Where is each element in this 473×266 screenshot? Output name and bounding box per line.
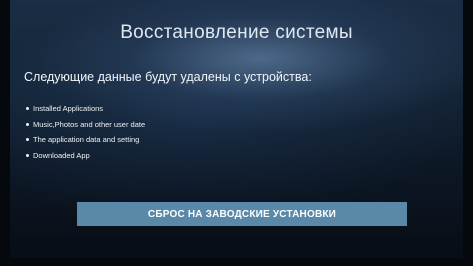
deletion-warning-text: Следующие данные будут удалены с устройс…	[24, 70, 312, 84]
list-item: Installed Applications	[26, 101, 145, 117]
deleted-data-list: Installed Applications Music,Photos and …	[26, 101, 145, 163]
list-item: Music,Photos and other user date	[26, 117, 145, 133]
bullet-dot-icon	[26, 153, 29, 157]
list-item-label: The application data and setting	[33, 135, 140, 145]
page-title: Восстановление системы	[120, 22, 353, 43]
bullet-dot-icon	[26, 138, 29, 142]
factory-reset-button[interactable]: СБРОС НА ЗАВОДСКИЕ УСТАНОВКИ	[77, 202, 407, 226]
system-recovery-screen: Восстановление системы Следующие данные …	[0, 0, 473, 266]
list-item-label: Music,Photos and other user date	[33, 119, 146, 129]
bullet-dot-icon	[26, 107, 29, 111]
list-item: The application data and setting	[26, 132, 145, 148]
list-item: Downloaded App	[26, 148, 145, 164]
bottom-border	[0, 258, 473, 266]
list-item-label: Downloaded App	[33, 150, 90, 160]
bullet-dot-icon	[26, 122, 29, 126]
list-item-label: Installed Applications	[33, 104, 104, 114]
